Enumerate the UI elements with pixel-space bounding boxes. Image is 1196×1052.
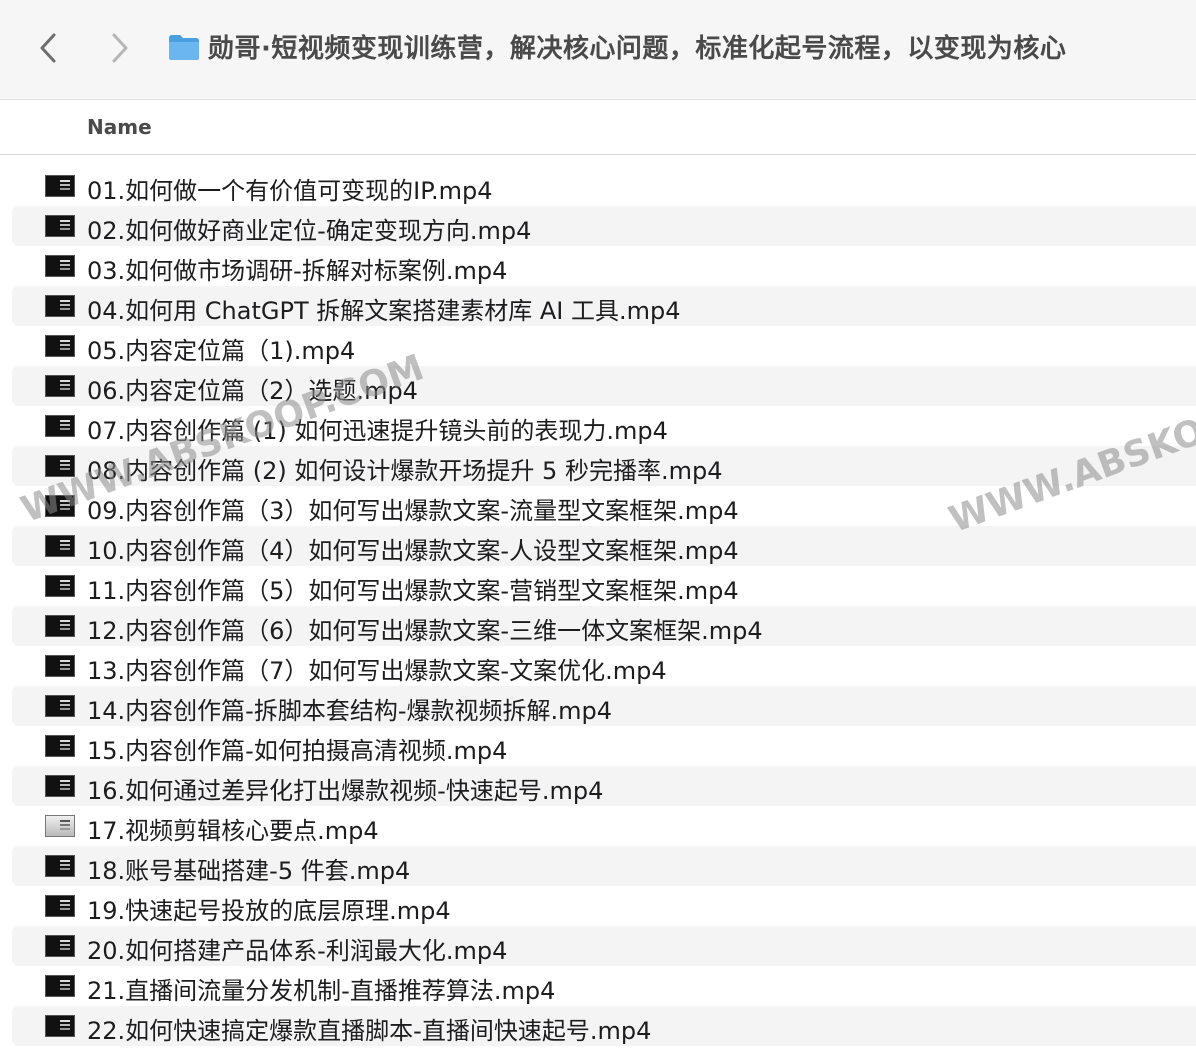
file-row[interactable]: 04.如何用 ChatGPT 拆解文案搭建素材库 AI 工具.mp4 [12,286,1196,326]
file-name: 17.视频剪辑核心要点.mp4 [87,817,379,845]
file-name: 09.内容创作篇（3）如何写出爆款文案-流量型文案框架.mp4 [87,497,739,525]
file-row[interactable]: 18.账号基础搭建-5 件套.mp4 [12,846,1196,886]
video-file-icon [45,375,75,397]
file-name: 10.内容创作篇（4）如何写出爆款文案-人设型文案框架.mp4 [87,537,739,565]
file-name: 11.内容创作篇（5）如何写出爆款文案-营销型文案框架.mp4 [87,577,739,605]
video-file-icon-light [45,815,75,837]
file-row[interactable]: 01.如何做一个有价值可变现的IP.mp4 [12,166,1196,206]
file-row[interactable]: 07.内容创作篇 (1) 如何迅速提升镜头前的表现力.mp4 [12,406,1196,446]
video-file-icon [45,495,75,517]
video-file-icon [45,735,75,757]
file-name: 05.内容定位篇（1).mp4 [87,337,356,365]
folder-icon [169,35,199,60]
video-file-icon [45,415,75,437]
file-name: 19.快速起号投放的底层原理.mp4 [87,897,451,925]
video-file-icon [45,295,75,317]
video-file-icon [45,935,75,957]
file-row[interactable]: 06.内容定位篇（2）选题.mp4 [12,366,1196,406]
video-file-icon [45,255,75,277]
file-row[interactable]: 17.视频剪辑核心要点.mp4 [12,806,1196,846]
file-row[interactable]: 10.内容创作篇（4）如何写出爆款文案-人设型文案框架.mp4 [12,526,1196,566]
video-file-icon [45,655,75,677]
file-row[interactable]: 12.内容创作篇（6）如何写出爆款文案-三维一体文案框架.mp4 [12,606,1196,646]
file-row[interactable]: 02.如何做好商业定位-确定变现方向.mp4 [12,206,1196,246]
file-row[interactable]: 15.内容创作篇-如何拍摄高清视频.mp4 [12,726,1196,766]
file-name: 02.如何做好商业定位-确定变现方向.mp4 [87,217,532,245]
file-name: 01.如何做一个有价值可变现的IP.mp4 [87,177,493,205]
video-file-icon [45,215,75,237]
file-name: 07.内容创作篇 (1) 如何迅速提升镜头前的表现力.mp4 [87,417,668,445]
video-file-icon [45,575,75,597]
back-button[interactable] [28,26,68,70]
video-file-icon [45,1015,75,1037]
video-file-icon [45,975,75,997]
file-name: 15.内容创作篇-如何拍摄高清视频.mp4 [87,737,508,765]
column-name-header[interactable]: Name [87,115,152,139]
file-row[interactable]: 16.如何通过差异化打出爆款视频-快速起号.mp4 [12,766,1196,806]
file-name: 06.内容定位篇（2）选题.mp4 [87,377,418,405]
file-name: 08.内容创作篇 (2) 如何设计爆款开场提升 5 秒完播率.mp4 [87,457,723,485]
file-row[interactable]: 22.如何快速搞定爆款直播脚本-直播间快速起号.mp4 [12,1006,1196,1046]
file-name: 21.直播间流量分发机制-直播推荐算法.mp4 [87,977,556,1005]
file-row[interactable]: 08.内容创作篇 (2) 如何设计爆款开场提升 5 秒完播率.mp4 [12,446,1196,486]
chevron-right-icon [112,33,128,63]
file-name: 13.内容创作篇（7）如何写出爆款文案-文案优化.mp4 [87,657,667,685]
file-name: 03.如何做市场调研-拆解对标案例.mp4 [87,257,508,285]
video-file-icon [45,775,75,797]
forward-button[interactable] [100,26,140,70]
file-name: 22.如何快速搞定爆款直播脚本-直播间快速起号.mp4 [87,1017,652,1045]
file-row[interactable]: 21.直播间流量分发机制-直播推荐算法.mp4 [12,966,1196,1006]
video-file-icon [45,895,75,917]
video-file-icon [45,695,75,717]
file-row[interactable]: 14.内容创作篇-拆脚本套结构-爆款视频拆解.mp4 [12,686,1196,726]
file-name: 04.如何用 ChatGPT 拆解文案搭建素材库 AI 工具.mp4 [87,297,681,325]
column-header: Name [0,101,1196,155]
chevron-left-icon [40,33,56,63]
video-file-icon [45,335,75,357]
file-row[interactable]: 13.内容创作篇（7）如何写出爆款文案-文案优化.mp4 [12,646,1196,686]
file-row[interactable]: 11.内容创作篇（5）如何写出爆款文案-营销型文案框架.mp4 [12,566,1196,606]
video-file-icon [45,535,75,557]
file-row[interactable]: 20.如何搭建产品体系-利润最大化.mp4 [12,926,1196,966]
file-name: 20.如何搭建产品体系-利润最大化.mp4 [87,937,508,965]
video-file-icon [45,455,75,477]
file-name: 18.账号基础搭建-5 件套.mp4 [87,857,411,885]
file-name: 12.内容创作篇（6）如何写出爆款文案-三维一体文案框架.mp4 [87,617,763,645]
file-row[interactable]: 05.内容定位篇（1).mp4 [12,326,1196,366]
file-row[interactable]: 03.如何做市场调研-拆解对标案例.mp4 [12,246,1196,286]
file-list: 01.如何做一个有价值可变现的IP.mp4 02.如何做好商业定位-确定变现方向.… [0,166,1196,1046]
file-row[interactable]: 09.内容创作篇（3）如何写出爆款文案-流量型文案框架.mp4 [12,486,1196,526]
window-title: 勋哥·短视频变现训练营，解决核心问题，标准化起号流程，以变现为核心 [208,34,1067,64]
file-name: 14.内容创作篇-拆脚本套结构-爆款视频拆解.mp4 [87,697,612,725]
file-row[interactable]: 19.快速起号投放的底层原理.mp4 [12,886,1196,926]
file-name: 16.如何通过差异化打出爆款视频-快速起号.mp4 [87,777,604,805]
video-file-icon [45,615,75,637]
video-file-icon [45,175,75,197]
toolbar: 勋哥·短视频变现训练营，解决核心问题，标准化起号流程，以变现为核心 [0,0,1196,100]
video-file-icon [45,855,75,877]
